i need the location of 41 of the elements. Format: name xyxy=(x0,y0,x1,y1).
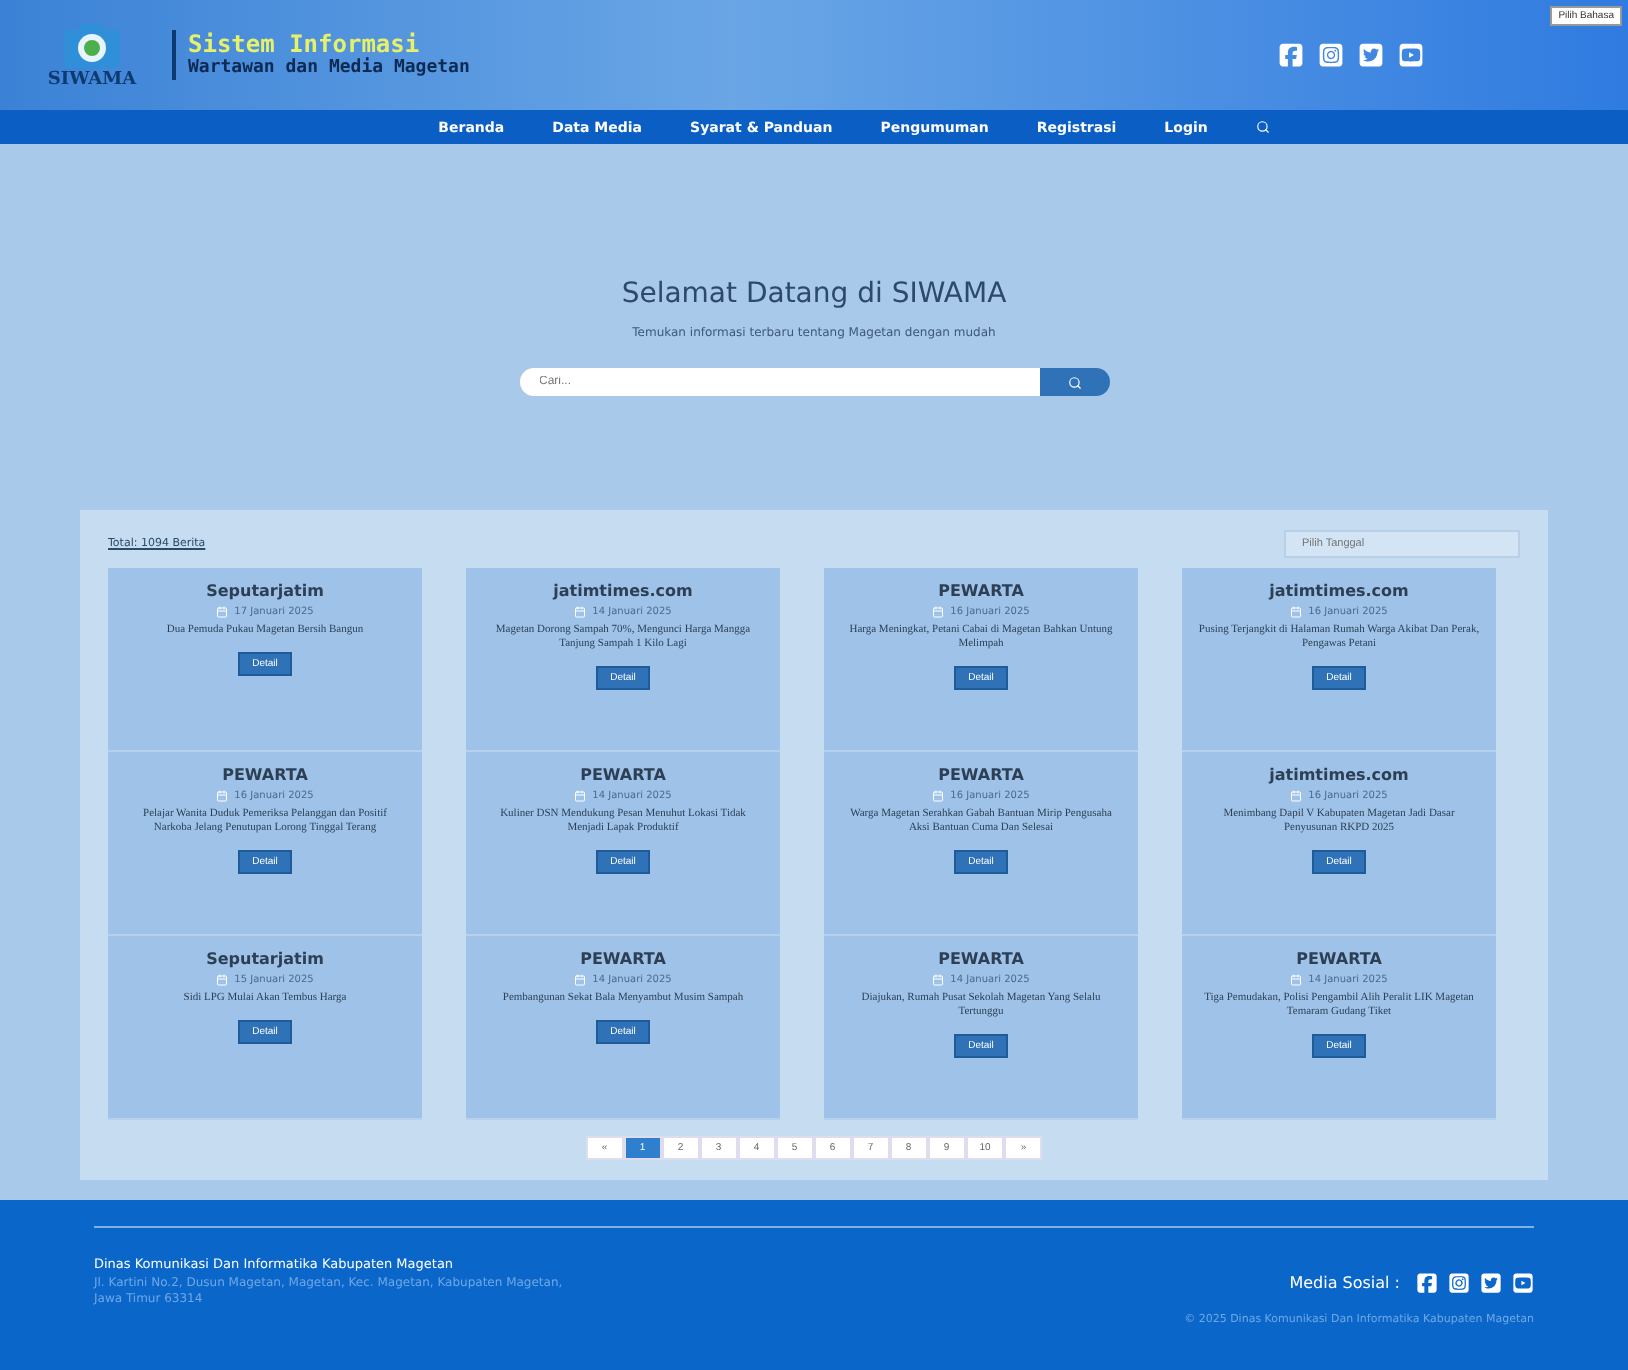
hero-title: Selamat Datang di SIWAMA xyxy=(621,278,1007,310)
social-label: Media Sosial : xyxy=(1289,1274,1400,1292)
calendar-icon xyxy=(574,974,587,986)
news-source: PEWARTA xyxy=(1296,950,1382,968)
calendar-icon xyxy=(216,606,229,618)
calendar-icon xyxy=(574,790,587,802)
news-source: PEWARTA xyxy=(938,582,1024,600)
site-subtitle: Wartawan dan Media Magetan xyxy=(188,58,472,80)
youtube-icon[interactable] xyxy=(1398,42,1424,68)
camera-logo-icon xyxy=(62,21,122,69)
facebook-icon[interactable] xyxy=(1416,1272,1438,1294)
calendar-icon xyxy=(1290,790,1303,802)
news-source: jatimtimes.com xyxy=(1269,582,1409,600)
youtube-icon[interactable] xyxy=(1512,1272,1534,1294)
news-source: PEWARTA xyxy=(938,766,1024,784)
search-icon xyxy=(1067,375,1081,389)
facebook-icon[interactable] xyxy=(1278,42,1304,68)
calendar-icon xyxy=(932,974,945,986)
news-source: PEWARTA xyxy=(938,950,1024,968)
instagram-icon[interactable] xyxy=(1448,1272,1470,1294)
calendar-icon xyxy=(1290,606,1303,618)
news-source: Seputarjatim xyxy=(206,582,324,600)
instagram-icon[interactable] xyxy=(1318,42,1344,68)
news-source: PEWARTA xyxy=(222,766,308,784)
search-icon[interactable] xyxy=(1255,120,1270,134)
search-button[interactable] xyxy=(1039,368,1109,396)
news-source: PEWARTA xyxy=(580,766,666,784)
calendar-icon xyxy=(1290,974,1303,986)
news-source: jatimtimes.com xyxy=(1269,766,1409,784)
news-source: Seputarjatim xyxy=(206,950,324,968)
calendar-icon xyxy=(932,790,945,802)
logo-caption: SIWAMA xyxy=(47,69,137,89)
twitter-icon[interactable] xyxy=(1358,42,1384,68)
calendar-icon xyxy=(216,974,229,986)
calendar-icon xyxy=(216,790,229,802)
twitter-icon[interactable] xyxy=(1480,1272,1502,1294)
site-title: Sistem Informasi xyxy=(188,30,422,58)
calendar-icon xyxy=(932,606,945,618)
news-source: PEWARTA xyxy=(580,950,666,968)
calendar-icon xyxy=(574,606,587,618)
news-source: jatimtimes.com xyxy=(553,582,693,600)
